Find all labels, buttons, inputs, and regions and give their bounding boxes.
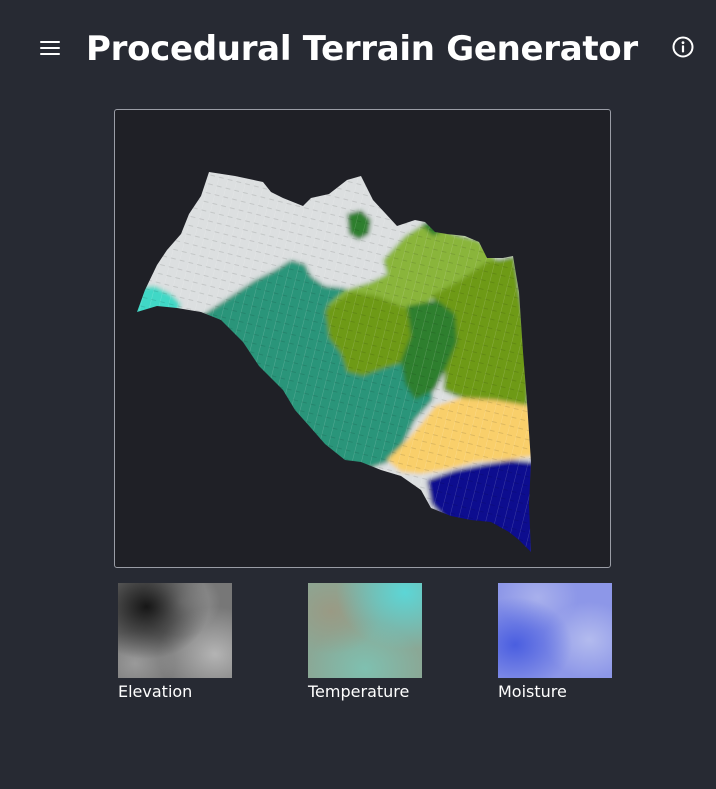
hamburger-menu-icon[interactable]: [36, 34, 66, 62]
elevation-map-label: Elevation: [118, 682, 193, 701]
elevation-map-thumbnail[interactable]: [118, 583, 232, 678]
page-title: Procedural Terrain Generator: [86, 29, 638, 69]
moisture-map-label: Moisture: [498, 682, 567, 701]
terrain-3d-viewport[interactable]: [114, 109, 611, 568]
info-icon[interactable]: [671, 35, 695, 59]
terrain-render: [137, 172, 531, 552]
temperature-map-thumbnail[interactable]: [308, 583, 422, 678]
terrain-generator-app: Procedural Terrain Generator Elevation T…: [0, 0, 716, 789]
temperature-map-label: Temperature: [308, 682, 410, 701]
moisture-map-thumbnail[interactable]: [498, 583, 612, 678]
